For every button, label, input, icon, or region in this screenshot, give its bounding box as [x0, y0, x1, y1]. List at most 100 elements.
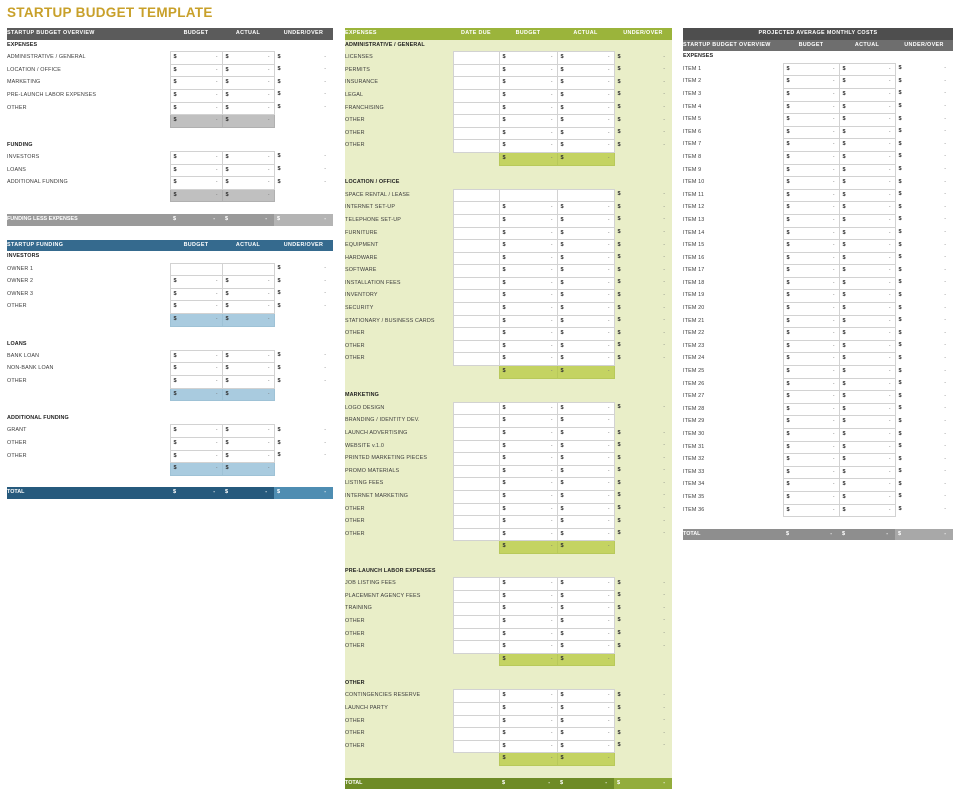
budget-input[interactable]: $ - — [169, 51, 223, 65]
budget-input[interactable]: $ - — [498, 702, 558, 716]
budget-input[interactable]: $ - — [169, 176, 223, 190]
budget-input[interactable]: $ - — [498, 577, 558, 591]
actual-input[interactable]: $ - — [556, 327, 615, 341]
actual-input[interactable]: $ - — [838, 113, 896, 127]
budget-input[interactable]: $ - — [169, 163, 223, 178]
actual-input[interactable]: $ - — [838, 87, 896, 102]
date-due-input[interactable] — [452, 226, 500, 241]
date-due-input[interactable] — [452, 602, 500, 616]
budget-input[interactable]: $ - — [498, 527, 558, 542]
budget-input[interactable]: $ - — [782, 339, 840, 354]
budget-input[interactable]: $ - — [498, 251, 558, 266]
date-due-input[interactable] — [452, 515, 500, 529]
actual-input[interactable]: $ - — [556, 714, 615, 729]
budget-input[interactable]: $ - — [169, 150, 223, 165]
actual-input[interactable]: $ - — [221, 101, 275, 116]
budget-input[interactable]: $ - — [498, 264, 558, 278]
date-due-input[interactable] — [452, 314, 500, 329]
actual-input[interactable]: $ - — [556, 414, 615, 428]
date-due-input[interactable] — [452, 477, 500, 491]
budget-input[interactable] — [169, 262, 223, 277]
date-due-input[interactable] — [452, 101, 500, 116]
budget-input[interactable]: $ - — [498, 502, 558, 517]
date-due-input[interactable] — [452, 589, 500, 604]
actual-input[interactable]: $ - — [838, 138, 896, 152]
actual-input[interactable]: $ - — [556, 302, 615, 316]
actual-input[interactable]: $ - — [838, 264, 896, 278]
actual-input[interactable]: $ - — [838, 377, 896, 392]
budget-input[interactable]: $ - — [169, 375, 223, 389]
budget-input[interactable]: $ - — [782, 415, 840, 429]
budget-input[interactable]: $ - — [169, 76, 223, 90]
date-due-input[interactable] — [452, 276, 500, 291]
budget-input[interactable]: $ - — [498, 452, 558, 466]
actual-input[interactable]: $ - — [556, 627, 615, 642]
actual-input[interactable]: $ - — [556, 201, 615, 215]
actual-input[interactable]: $ - — [221, 362, 275, 377]
budget-input[interactable]: $ - — [169, 449, 223, 464]
date-due-input[interactable] — [452, 239, 500, 253]
actual-input[interactable]: $ - — [556, 139, 615, 153]
actual-input[interactable]: $ - — [221, 76, 275, 90]
budget-input[interactable]: $ - — [782, 490, 840, 505]
date-due-input[interactable] — [452, 702, 500, 716]
budget-input[interactable]: $ - — [498, 727, 558, 741]
actual-input[interactable]: $ - — [556, 502, 615, 517]
actual-input[interactable]: $ - — [556, 51, 615, 65]
budget-input[interactable]: $ - — [782, 478, 840, 492]
actual-input[interactable]: $ - — [838, 226, 896, 241]
actual-input[interactable]: $ - — [556, 589, 615, 604]
budget-input[interactable]: $ - — [498, 640, 558, 654]
actual-input[interactable]: $ - — [556, 339, 615, 354]
actual-input[interactable]: $ - — [556, 88, 615, 103]
date-due-input[interactable] — [452, 302, 500, 316]
actual-input[interactable]: $ - — [838, 125, 896, 140]
actual-input[interactable]: $ - — [556, 226, 615, 241]
actual-input[interactable]: $ - — [221, 63, 275, 78]
budget-input[interactable]: $ - — [498, 126, 558, 141]
date-due-input[interactable] — [452, 714, 500, 729]
budget-input[interactable]: $ - — [782, 87, 840, 102]
actual-input[interactable]: $ - — [556, 251, 615, 266]
date-due-input[interactable] — [452, 213, 500, 228]
budget-input[interactable]: $ - — [498, 201, 558, 215]
date-due-input[interactable] — [452, 577, 500, 591]
actual-input[interactable]: $ - — [838, 327, 896, 341]
budget-input[interactable] — [498, 188, 558, 203]
date-due-input[interactable] — [452, 439, 500, 454]
actual-input[interactable]: $ - — [221, 300, 275, 315]
actual-input[interactable]: $ - — [556, 276, 615, 291]
date-due-input[interactable] — [452, 739, 500, 754]
actual-input[interactable]: $ - — [556, 76, 615, 90]
date-due-input[interactable] — [452, 51, 500, 65]
actual-input[interactable]: $ - — [556, 640, 615, 654]
budget-input[interactable]: $ - — [498, 51, 558, 65]
actual-input[interactable]: $ - — [556, 63, 615, 78]
budget-input[interactable]: $ - — [498, 477, 558, 491]
budget-input[interactable]: $ - — [498, 339, 558, 354]
actual-input[interactable]: $ - — [556, 427, 615, 441]
budget-input[interactable]: $ - — [498, 589, 558, 604]
date-due-input[interactable] — [452, 188, 500, 203]
budget-input[interactable]: $ - — [498, 464, 558, 479]
budget-input[interactable]: $ - — [498, 76, 558, 90]
actual-input[interactable]: $ - — [556, 352, 615, 367]
budget-input[interactable]: $ - — [498, 213, 558, 228]
budget-input[interactable]: $ - — [782, 390, 840, 404]
date-due-input[interactable] — [452, 527, 500, 542]
actual-input[interactable]: $ - — [838, 100, 896, 115]
date-due-input[interactable] — [452, 427, 500, 441]
budget-input[interactable]: $ - — [498, 239, 558, 253]
budget-input[interactable]: $ - — [782, 213, 840, 228]
budget-input[interactable]: $ - — [169, 300, 223, 315]
budget-input[interactable]: $ - — [498, 139, 558, 153]
actual-input[interactable]: $ - — [556, 439, 615, 454]
actual-input[interactable]: $ - — [838, 352, 896, 367]
budget-input[interactable]: $ - — [498, 602, 558, 616]
budget-input[interactable]: $ - — [498, 276, 558, 291]
actual-input[interactable]: $ - — [556, 101, 615, 116]
budget-input[interactable]: $ - — [782, 428, 840, 442]
budget-input[interactable]: $ - — [498, 427, 558, 441]
budget-input[interactable]: $ - — [782, 251, 840, 266]
budget-input[interactable]: $ - — [169, 349, 223, 364]
